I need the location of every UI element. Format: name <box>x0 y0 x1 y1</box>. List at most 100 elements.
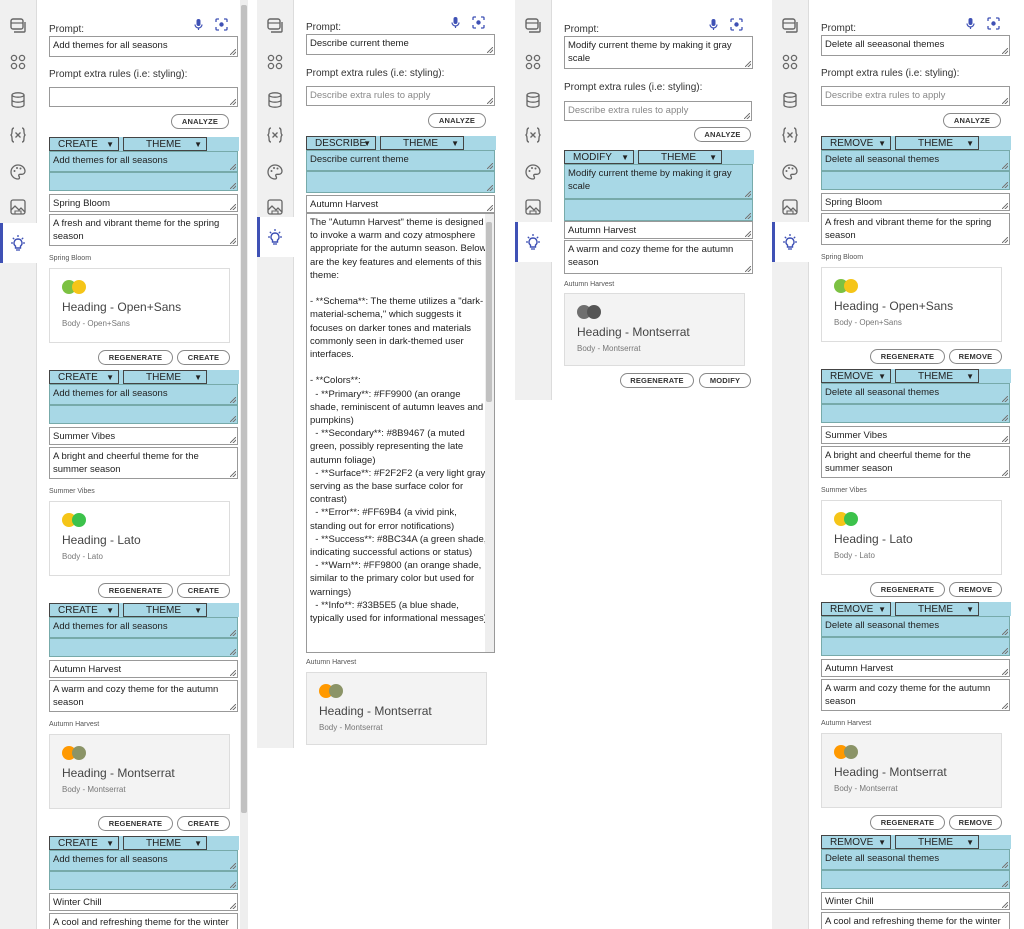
layers-icon[interactable] <box>524 16 542 34</box>
group-extra-input[interactable] <box>49 405 238 424</box>
resize-grip[interactable] <box>1002 862 1008 868</box>
confirm-button[interactable]: CREATE <box>177 583 230 598</box>
group-extra-input[interactable] <box>821 870 1010 889</box>
action-select[interactable]: REMOVE ▼ <box>821 835 891 849</box>
theme-description-input[interactable]: A bright and cheerful theme for the summ… <box>821 446 1010 478</box>
palette-icon[interactable] <box>781 163 799 181</box>
group-extra-input[interactable] <box>49 172 238 191</box>
extra-rules-input[interactable]: Describe extra rules to apply <box>564 101 752 121</box>
regenerate-button[interactable]: REGENERATE <box>620 373 694 388</box>
palette-icon[interactable] <box>524 163 542 181</box>
resize-grip[interactable] <box>1002 902 1008 908</box>
theme-select[interactable]: THEME ▼ <box>895 602 979 616</box>
confirm-button[interactable]: CREATE <box>177 816 230 831</box>
group-extra-input[interactable] <box>49 638 238 657</box>
resize-grip[interactable] <box>1002 470 1008 476</box>
group-prompt-input[interactable]: Add themes for all seasons <box>49 617 238 638</box>
confirm-button[interactable]: CREATE <box>177 350 230 365</box>
resize-grip[interactable] <box>230 704 236 710</box>
theme-name-input[interactable]: Summer Vibes <box>49 427 238 445</box>
analyze-button[interactable]: ANALYZE <box>943 113 1001 128</box>
resize-grip[interactable] <box>230 164 236 170</box>
sidebar-item-ai-assistant[interactable] <box>772 222 809 262</box>
action-select[interactable]: REMOVE ▼ <box>821 369 891 383</box>
scrollbar-thumb[interactable] <box>241 5 247 813</box>
database-icon[interactable] <box>266 91 284 109</box>
analyze-button[interactable]: ANALYZE <box>171 114 229 129</box>
theme-preview-card[interactable]: Heading - Montserrat Body - Montserrat <box>564 293 745 366</box>
components-icon[interactable] <box>524 53 542 71</box>
confirm-button[interactable]: REMOVE <box>949 582 1002 597</box>
action-select[interactable]: CREATE ▼ <box>49 370 119 384</box>
palette-icon[interactable] <box>9 163 27 181</box>
group-extra-input[interactable] <box>821 404 1010 423</box>
prompt-input[interactable]: Describe current theme <box>306 34 495 55</box>
resize-grip[interactable] <box>1002 237 1008 243</box>
resize-grip[interactable] <box>487 205 493 211</box>
database-icon[interactable] <box>9 91 27 109</box>
theme-name-input[interactable]: Autumn Harvest <box>564 221 753 239</box>
resize-grip[interactable] <box>230 397 236 403</box>
theme-preview-card[interactable]: Heading - Lato Body - Lato <box>49 501 230 576</box>
theme-select[interactable]: THEME ▼ <box>638 150 722 164</box>
prompt-input[interactable]: Modify current theme by making it gray s… <box>564 36 753 69</box>
screen-capture-icon[interactable] <box>987 17 1000 30</box>
theme-preview-card[interactable]: Heading - Montserrat Body - Montserrat <box>49 734 230 809</box>
action-select[interactable]: REMOVE ▼ <box>821 136 891 150</box>
resize-grip[interactable] <box>230 882 236 888</box>
action-select[interactable]: MODIFY ▼ <box>564 150 634 164</box>
screen-capture-icon[interactable] <box>730 18 743 31</box>
resize-grip[interactable] <box>745 213 751 219</box>
resize-grip[interactable] <box>1002 182 1008 188</box>
regenerate-button[interactable]: REGENERATE <box>870 349 945 364</box>
image-icon[interactable] <box>266 198 284 216</box>
image-icon[interactable] <box>524 198 542 216</box>
action-select[interactable]: DESCRIBE ▼ <box>306 136 376 150</box>
confirm-button[interactable]: REMOVE <box>949 815 1002 830</box>
theme-preview-card[interactable]: Heading - Lato Body - Lato <box>821 500 1002 575</box>
theme-name-input[interactable]: Summer Vibes <box>821 426 1010 444</box>
theme-select[interactable]: THEME ▼ <box>123 836 207 850</box>
theme-name-input[interactable]: Autumn Harvest <box>821 659 1010 677</box>
resize-grip[interactable] <box>745 231 751 237</box>
resize-grip[interactable] <box>230 649 236 655</box>
group-prompt-input[interactable]: Describe current theme <box>306 150 495 171</box>
action-select[interactable]: CREATE ▼ <box>49 137 119 151</box>
group-extra-input[interactable] <box>49 871 238 890</box>
resize-grip[interactable] <box>487 185 493 191</box>
group-prompt-input[interactable]: Add themes for all seasons <box>49 850 238 871</box>
resize-grip[interactable] <box>1002 415 1008 421</box>
group-prompt-input[interactable]: Modify current theme by making it gray s… <box>564 164 753 199</box>
resize-grip[interactable] <box>487 47 493 53</box>
description-scrollbar-thumb[interactable] <box>486 222 492 402</box>
image-icon[interactable] <box>781 198 799 216</box>
resize-grip[interactable] <box>230 238 236 244</box>
resize-grip[interactable] <box>230 471 236 477</box>
action-select[interactable]: CREATE ▼ <box>49 836 119 850</box>
regenerate-button[interactable]: REGENERATE <box>870 582 945 597</box>
theme-select[interactable]: THEME ▼ <box>123 370 207 384</box>
regenerate-button[interactable]: REGENERATE <box>98 816 173 831</box>
prompt-input[interactable]: Add themes for all seasons <box>49 36 238 57</box>
resize-grip[interactable] <box>230 416 236 422</box>
theme-description-input[interactable]: A fresh and vibrant theme for the spring… <box>49 214 238 246</box>
resize-grip[interactable] <box>1002 203 1008 209</box>
group-extra-input[interactable] <box>306 171 495 193</box>
resize-grip[interactable] <box>1002 98 1008 104</box>
group-prompt-input[interactable]: Add themes for all seasons <box>49 151 238 172</box>
variables-icon[interactable] <box>524 126 542 144</box>
variables-icon[interactable] <box>781 126 799 144</box>
layers-icon[interactable] <box>9 16 27 34</box>
resize-grip[interactable] <box>1002 648 1008 654</box>
screen-capture-icon[interactable] <box>215 18 228 31</box>
resize-grip[interactable] <box>1002 881 1008 887</box>
theme-description-input[interactable]: A cool and refreshing theme for the wint… <box>49 913 238 929</box>
theme-name-input[interactable]: Autumn Harvest <box>306 195 495 213</box>
theme-description-input[interactable]: A bright and cheerful theme for the summ… <box>49 447 238 479</box>
group-prompt-input[interactable]: Delete all seasonal themes <box>821 616 1010 637</box>
database-icon[interactable] <box>524 91 542 109</box>
resize-grip[interactable] <box>745 191 751 197</box>
microphone-icon[interactable] <box>449 16 462 29</box>
extra-rules-input[interactable]: Describe extra rules to apply <box>821 86 1010 106</box>
resize-grip[interactable] <box>230 863 236 869</box>
